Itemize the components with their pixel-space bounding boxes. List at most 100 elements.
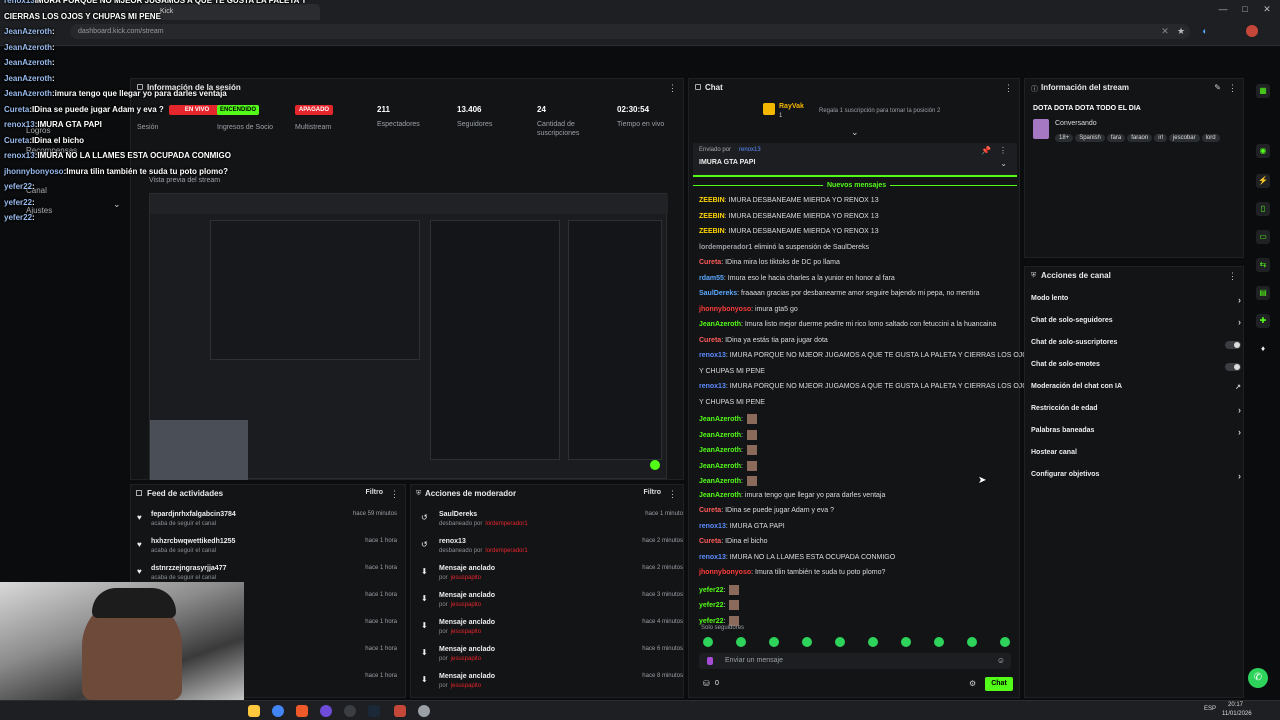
more-icon[interactable]: ⋮ [668,83,677,94]
chat-username[interactable]: JeanAzeroth [699,431,741,438]
chat-message[interactable]: jhonnybonyoso: Imura tilin también te su… [699,569,885,576]
chat-icon[interactable]: ▭ [1256,230,1270,244]
chat-message[interactable]: renox13: IMURA GTA PAPI [699,523,785,530]
app-icon[interactable] [344,705,356,717]
support-chat-icon[interactable]: ✆ [1248,668,1268,688]
feed-item[interactable]: ♥ hxhzrcbwqwettikedh1255 acaba de seguir e… [137,538,397,564]
chevron-right-icon[interactable]: › [1238,471,1241,481]
clock-time[interactable]: 20:17 [1228,702,1243,708]
follower-name[interactable]: hxhzrcbwqwettikedh1255 [151,538,235,545]
chat-message[interactable]: ZEEBIN: IMURA DESBANEAME MIERDA YO RENOX… [699,213,879,220]
minimize-icon[interactable]: — [1218,4,1228,14]
emote-icon[interactable] [736,637,746,647]
more-icon[interactable]: ⋮ [1228,271,1237,282]
chat-username[interactable]: ZEEBIN [699,228,725,235]
chat-message[interactable]: yefer22: [699,584,740,595]
chat-username[interactable]: ZEEBIN [699,213,725,220]
pin-icon[interactable]: 📌 [981,146,991,155]
brave-icon[interactable] [296,705,308,717]
mod-action-by[interactable]: jesuspapito [451,602,481,608]
link-icon[interactable]: ⇆ [1256,258,1270,272]
chat-message[interactable]: ZEEBIN: IMURA DESBANEAME MIERDA YO RENOX… [699,228,879,235]
more-icon[interactable]: ⋮ [390,489,399,500]
app3-icon[interactable] [418,705,430,717]
chat-message[interactable]: rdam55: Imura eso le hacia charles a la … [699,275,895,282]
mod-action-item[interactable]: ↺ renox13 desbaneado por lordemperador1 hace… [417,538,683,564]
mod-action-by[interactable]: lordemperador1 [485,521,527,527]
emote-icon[interactable] [1000,637,1010,647]
chat-message[interactable]: ZEEBIN: IMURA DESBANEAME MIERDA YO RENOX… [699,197,879,204]
mod-action-item[interactable]: ↺ SaulDereks desbaneado por lordemperador1 h… [417,511,683,537]
chat-message[interactable]: JeanAzeroth: [699,429,757,440]
chat-username[interactable]: yefer22 [699,617,724,624]
emote-icon[interactable] [868,637,878,647]
toggle-switch[interactable] [1225,341,1241,349]
chat-message[interactable]: renox13: IMURA PORQUE NO MJEOR JUGAMOS A… [699,383,1032,390]
extension-icon[interactable]: ◐ [1200,26,1210,36]
follower-name[interactable]: dstnrzzejngrasyrjja477 [151,565,226,572]
top-gifter-name[interactable]: RayVak [779,103,804,110]
emote-icon[interactable] [967,637,977,647]
channel-action-row[interactable]: Moderación del chat con IA ↗ [1031,383,1241,399]
settings-icon[interactable]: ⚙ [969,679,976,688]
chat-message[interactable]: Cureta: IDina se puede jugar Adam y eva … [699,507,834,514]
chat-username[interactable]: SaulDereks [699,290,737,297]
app2-icon[interactable] [394,705,406,717]
channel-action-row[interactable]: Chat de solo-seguidores › [1031,317,1241,333]
chat-username[interactable]: renox13 [699,383,726,390]
chat-username[interactable]: Cureta [699,538,721,545]
chat-username[interactable]: JeanAzeroth [699,462,741,469]
plugin-icon[interactable]: ♦ [1256,342,1270,356]
more-icon[interactable]: ⋮ [668,489,677,500]
chat-username[interactable]: JeanAzeroth [699,478,741,485]
external-link-icon[interactable]: ↗ [1235,383,1241,391]
chat-username[interactable]: JeanAzeroth [699,321,741,328]
chat-message[interactable]: renox13: IMURA PORQUE NO MJEOR JUGAMOS A… [699,352,1032,359]
emote-icon[interactable] [835,637,845,647]
chat-username[interactable]: renox13 [699,554,726,561]
mod-action-by[interactable]: jesuspapito [451,575,481,581]
chat-username[interactable]: jhonnybonyoso [699,569,751,576]
file-explorer-icon[interactable] [248,705,260,717]
mod-action-by[interactable]: lordemperador1 [485,548,527,554]
stream-tag[interactable]: faraon [1127,134,1153,142]
chat-input[interactable]: Enviar un mensaje ☺ [699,653,1011,669]
dashboard-icon[interactable]: ▦ [1256,84,1270,98]
chat-message[interactable]: Cureta: IDina mira los tiktoks de DC po … [699,259,840,266]
channel-action-row[interactable]: Modo lento › [1031,295,1241,311]
chat-username[interactable]: Cureta [699,259,721,266]
more-icon[interactable]: ⋮ [999,146,1007,155]
steam-icon[interactable] [368,705,380,717]
more-icon[interactable]: ⋮ [1228,83,1237,94]
chat-username[interactable]: renox13 [699,523,726,530]
chevron-right-icon[interactable]: › [1238,405,1241,415]
channel-action-row[interactable]: Restricción de edad › [1031,405,1241,421]
emote-icon[interactable] [934,637,944,647]
chat-username[interactable]: yefer22 [699,586,724,593]
profile-avatar[interactable] [1246,25,1258,37]
chat-message[interactable]: jhonnybonyoso: imura gta5 go [699,306,798,313]
mod-action-item[interactable]: ⬇ Mensaje anclado por jesuspapito hace 8 min… [417,673,683,699]
camera-icon[interactable]: ◉ [1256,144,1270,158]
channel-action-row[interactable]: Palabras baneadas › [1031,427,1241,443]
mod-action-item[interactable]: ⬇ Mensaje anclado por jesuspapito hace 3 min… [417,592,683,618]
chat-message[interactable]: Cureta: IDina ya estás tia para jugar do… [699,337,828,344]
chat-message[interactable]: renox13: IMURA NO LA LLAMES ESTA OCUPADA… [699,554,895,561]
lightning-icon[interactable]: ⚡ [1256,174,1270,188]
chat-username[interactable]: ZEEBIN [699,197,725,204]
chat-username[interactable]: jhonnybonyoso [699,306,751,313]
stream-tag[interactable]: irl [1154,134,1167,142]
emote-icon[interactable] [901,637,911,647]
wrench-icon[interactable]: ✚ [1256,314,1270,328]
emote-picker-icon[interactable] [707,657,713,665]
chat-username[interactable]: Cureta [699,507,721,514]
chat-message[interactable]: SaulDereks: fraaaan gracias por desbanea… [699,290,980,297]
chat-username[interactable]: renox13 [699,352,726,359]
stream-tag[interactable]: jescobar [1168,134,1200,142]
chat-message[interactable]: JeanAzeroth: [699,445,757,455]
mod-filter-button[interactable]: Filtro [644,489,662,496]
mod-action-by[interactable]: jesuspapito [451,683,481,689]
chevron-right-icon[interactable]: › [1238,295,1241,305]
maximize-icon[interactable]: □ [1240,4,1250,14]
emote-icon[interactable] [802,637,812,647]
